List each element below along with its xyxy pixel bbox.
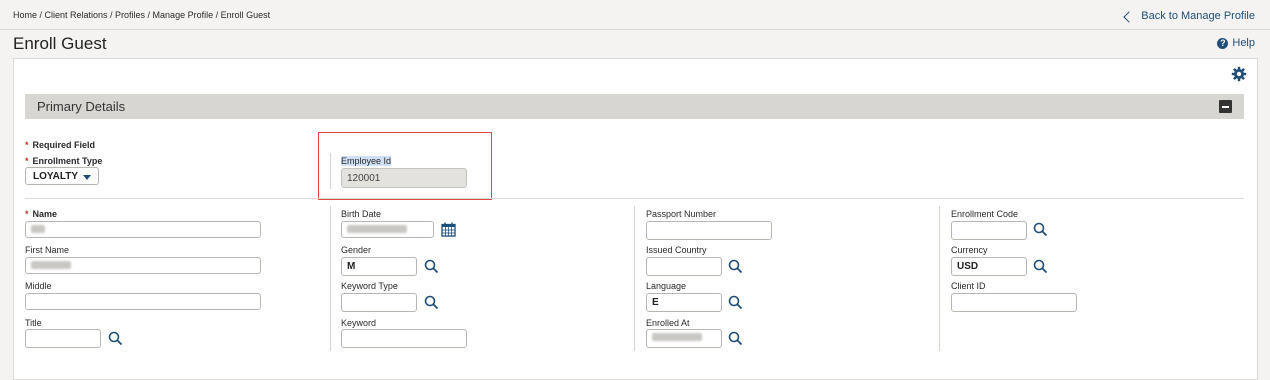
birth-date-input[interactable] — [341, 221, 434, 238]
help-link[interactable]: ? Help — [1217, 37, 1255, 49]
column-divider — [634, 206, 635, 351]
currency-label: Currency — [951, 245, 988, 255]
first-name-label: First Name — [25, 245, 70, 255]
keyword-label: Keyword — [341, 318, 377, 328]
language-label: Language — [646, 281, 687, 291]
keyword-type-input[interactable] — [341, 293, 417, 312]
currency-input[interactable]: USD — [951, 257, 1027, 276]
column-divider — [330, 206, 331, 351]
search-icon[interactable] — [1033, 222, 1048, 237]
row-divider — [25, 198, 1244, 199]
search-icon[interactable] — [728, 295, 743, 310]
keyword-type-label: Keyword Type — [341, 281, 398, 291]
middle-input[interactable] — [25, 293, 261, 310]
primary-details-section-header[interactable]: Primary Details — [25, 94, 1244, 119]
issued-country-input[interactable] — [646, 257, 722, 276]
keyword-input[interactable] — [341, 329, 467, 348]
client-id-label: Client ID — [951, 281, 986, 291]
enrollment-type-select[interactable]: LOYALTY — [25, 167, 99, 185]
middle-label: Middle — [25, 281, 52, 291]
back-to-manage-profile-link[interactable]: Back to Manage Profile — [1123, 10, 1255, 23]
birth-date-label: Birth Date — [341, 209, 382, 219]
back-link-label: Back to Manage Profile — [1141, 10, 1255, 22]
employee-id-label: Employee Id — [341, 156, 392, 166]
section-title: Primary Details — [37, 99, 126, 114]
client-id-input[interactable] — [951, 293, 1077, 312]
help-label: Help — [1232, 37, 1255, 49]
search-icon[interactable] — [424, 259, 439, 274]
enrolled-at-input[interactable] — [646, 329, 722, 348]
enroll-guest-panel: Primary Details * Required Field * Enrollm… — [13, 58, 1258, 380]
collapse-icon[interactable] — [1219, 100, 1232, 113]
first-name-input[interactable] — [25, 257, 261, 274]
gender-input[interactable]: M — [341, 257, 417, 276]
title-input[interactable] — [25, 329, 101, 348]
search-icon[interactable] — [728, 331, 743, 346]
search-icon[interactable] — [424, 295, 439, 310]
calendar-icon[interactable] — [441, 222, 456, 237]
issued-country-label: Issued Country — [646, 245, 707, 255]
enrolled-at-label: Enrolled At — [646, 318, 690, 328]
language-input[interactable]: E — [646, 293, 722, 312]
help-icon: ? — [1217, 37, 1229, 49]
caret-down-icon — [83, 175, 91, 180]
search-icon[interactable] — [1033, 259, 1048, 274]
chevron-left-icon — [1123, 10, 1135, 23]
passport-number-label: Passport Number — [646, 209, 717, 219]
header-divider — [0, 29, 1270, 30]
gender-label: Gender — [341, 245, 372, 255]
breadcrumb[interactable]: Home / Client Relations / Profiles / Man… — [13, 10, 270, 20]
employee-id-field[interactable]: 120001 — [341, 168, 467, 188]
search-icon[interactable] — [108, 331, 123, 346]
search-icon[interactable] — [728, 259, 743, 274]
required-field-legend: * Required Field — [25, 140, 96, 150]
enrollment-type-label: * Enrollment Type — [25, 156, 103, 166]
enrollment-code-label: Enrollment Code — [951, 209, 1019, 219]
page-title: Enroll Guest — [13, 34, 107, 53]
highlight-box — [318, 132, 492, 200]
enrollment-code-input[interactable] — [951, 221, 1027, 240]
passport-number-input[interactable] — [646, 221, 772, 240]
name-label: * Name — [25, 209, 58, 219]
name-input[interactable] — [25, 221, 261, 238]
column-divider — [330, 153, 331, 189]
column-divider — [939, 206, 940, 351]
title-label: Title — [25, 318, 42, 328]
gear-icon[interactable] — [1231, 66, 1247, 82]
